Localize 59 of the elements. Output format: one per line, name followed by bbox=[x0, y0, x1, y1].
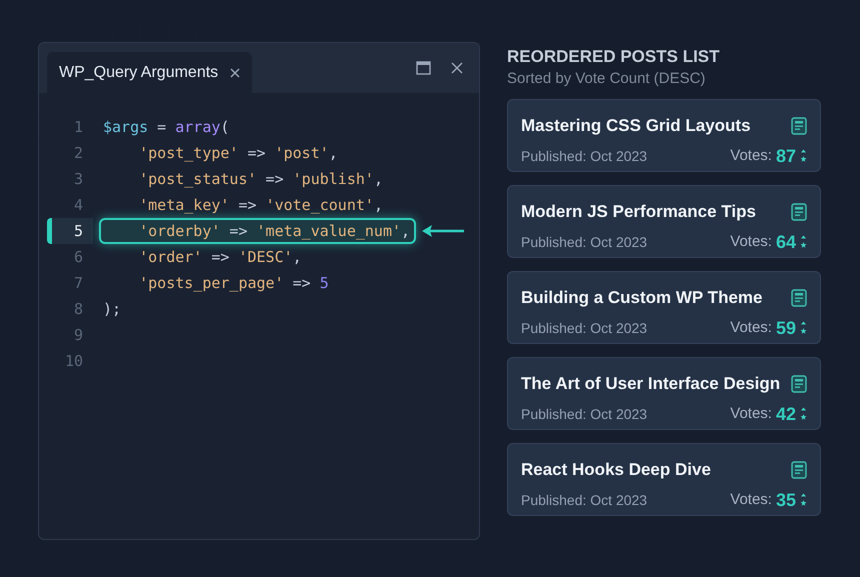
code-line: 'post_type' => 'post', bbox=[138, 142, 339, 164]
votes-label: Votes: bbox=[730, 318, 772, 338]
maximize-icon[interactable] bbox=[416, 61, 431, 75]
line-number: 2 bbox=[72, 142, 84, 164]
line-number: 6 bbox=[72, 246, 84, 268]
code-line: ); bbox=[102, 298, 122, 320]
post-title: React Hooks Deep Dive bbox=[521, 459, 711, 481]
post-card[interactable]: Modern JS Performance Tips Published: Oct 2023 Votes: 64 bbox=[507, 185, 821, 258]
line-number: 3 bbox=[72, 168, 84, 190]
votes-label: Votes: bbox=[730, 232, 772, 252]
line-number: 10 bbox=[64, 350, 84, 372]
post-title: The Art of User Interface Design bbox=[521, 373, 780, 395]
vote-count: 59 bbox=[776, 316, 796, 340]
votes-label: Votes: bbox=[730, 146, 772, 166]
editor-tab[interactable]: WP_Query Arguments bbox=[47, 52, 252, 93]
post-card[interactable]: Mastering CSS Grid Layouts Published: Oct 2023 Votes: 87 bbox=[507, 99, 821, 172]
vote-star-icon bbox=[800, 493, 807, 507]
line-number: 9 bbox=[72, 324, 84, 346]
published-date: Published: Oct 2023 bbox=[521, 404, 648, 424]
line-number: 8 bbox=[72, 298, 84, 320]
panel-subtitle: Sorted by Vote Count (DESC) bbox=[507, 69, 706, 89]
votes-label: Votes: bbox=[730, 490, 772, 510]
published-date: Published: Oct 2023 bbox=[521, 232, 648, 252]
document-icon bbox=[791, 374, 807, 393]
document-icon bbox=[791, 460, 807, 479]
close-icon[interactable] bbox=[451, 62, 463, 74]
vote-count: 42 bbox=[776, 402, 796, 426]
arrow-icon bbox=[422, 224, 464, 238]
code-line: $args = array( bbox=[102, 116, 230, 138]
panel-title: REORDERED POSTS LIST bbox=[507, 46, 720, 68]
post-title: Modern JS Performance Tips bbox=[521, 201, 756, 223]
vote-count: 64 bbox=[776, 230, 796, 254]
published-date: Published: Oct 2023 bbox=[521, 146, 648, 166]
published-date: Published: Oct 2023 bbox=[521, 490, 648, 510]
vote-star-icon bbox=[800, 149, 807, 163]
document-icon bbox=[791, 288, 807, 307]
published-date: Published: Oct 2023 bbox=[521, 318, 648, 338]
vote-count: 35 bbox=[776, 488, 796, 512]
line-number: 4 bbox=[72, 194, 84, 216]
vote-star-icon bbox=[800, 235, 807, 249]
post-title: Building a Custom WP Theme bbox=[521, 287, 762, 309]
vote-star-icon bbox=[800, 321, 807, 335]
document-icon bbox=[791, 202, 807, 221]
code-line: 'meta_key' => 'vote_count', bbox=[138, 194, 384, 216]
line-number: 5 bbox=[47, 218, 93, 244]
post-title: Mastering CSS Grid Layouts bbox=[521, 115, 751, 137]
code-line: 'post_status' => 'publish', bbox=[138, 168, 384, 190]
line-number: 1 bbox=[72, 116, 84, 138]
votes-label: Votes: bbox=[730, 404, 772, 424]
vote-star-icon bbox=[800, 407, 807, 421]
document-icon bbox=[791, 116, 807, 135]
post-card[interactable]: Building a Custom WP Theme Published: Oct 2023 Votes: 59 bbox=[507, 271, 821, 344]
vote-count: 87 bbox=[776, 144, 796, 168]
post-card[interactable]: The Art of User Interface Design Published: Oct 2023 Votes: 42 bbox=[507, 357, 821, 430]
post-card[interactable]: React Hooks Deep Dive Published: Oct 2023 Votes: 35 bbox=[507, 443, 821, 516]
code-line: 'order' => 'DESC', bbox=[138, 246, 303, 268]
line-number: 7 bbox=[72, 272, 84, 294]
close-icon[interactable] bbox=[230, 68, 240, 78]
code-line: 'posts_per_page' => 5 bbox=[138, 272, 330, 294]
